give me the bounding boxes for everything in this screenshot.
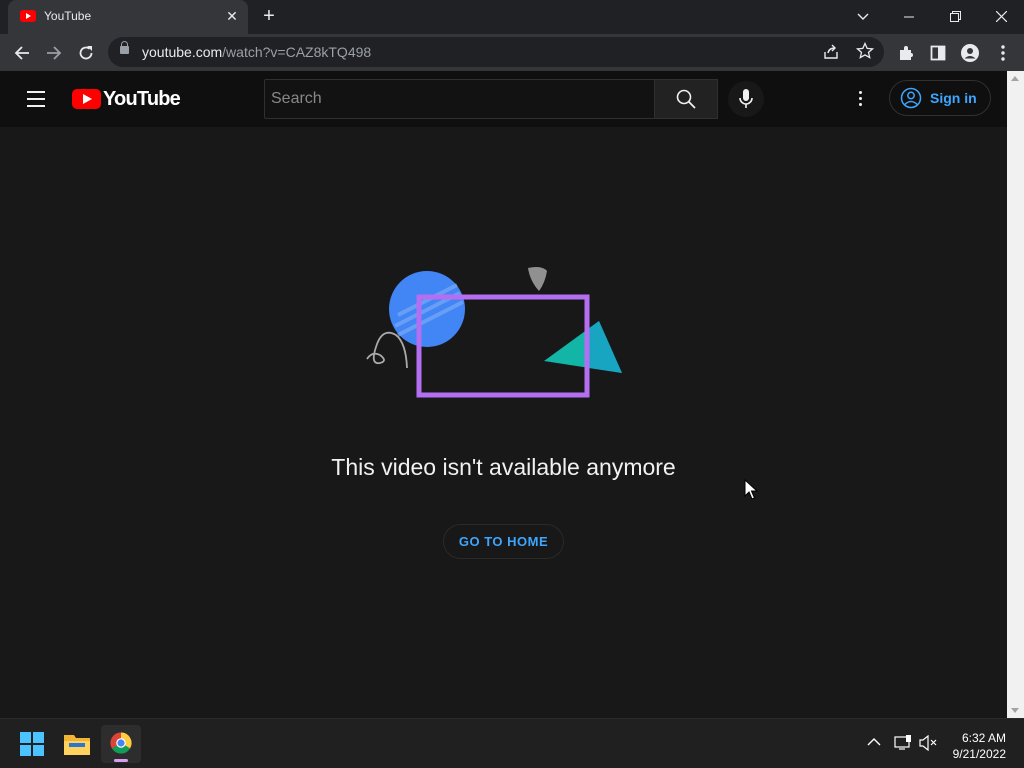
restore-icon bbox=[949, 11, 961, 22]
browser-tab-youtube[interactable]: YouTube ✕ bbox=[8, 0, 248, 34]
tray-overflow-chevron-icon[interactable] bbox=[867, 735, 881, 750]
browser-tab-strip: YouTube ✕ + bbox=[0, 0, 1024, 34]
share-icon[interactable] bbox=[822, 43, 840, 66]
search-input[interactable] bbox=[265, 80, 654, 118]
new-tab-button[interactable]: + bbox=[258, 6, 280, 28]
clock-date: 9/21/2022 bbox=[952, 747, 1006, 761]
guide-menu-button[interactable] bbox=[22, 87, 50, 111]
go-to-home-button[interactable]: GO TO HOME bbox=[443, 524, 564, 559]
page-scrollbar[interactable] bbox=[1007, 71, 1024, 718]
file-explorer-button[interactable] bbox=[57, 725, 97, 763]
minimize-button[interactable] bbox=[886, 0, 932, 34]
illustration-squiggle bbox=[366, 331, 408, 369]
scroll-down-arrow-icon[interactable] bbox=[1011, 708, 1019, 713]
reload-button[interactable] bbox=[72, 39, 100, 67]
puzzle-icon bbox=[900, 46, 913, 60]
extensions-button[interactable] bbox=[892, 39, 920, 67]
settings-menu-button[interactable] bbox=[848, 87, 872, 111]
hamburger-icon-bar bbox=[27, 105, 45, 107]
bookmark-star-icon[interactable] bbox=[855, 41, 875, 65]
hamburger-icon-bar bbox=[27, 91, 45, 93]
close-window-button[interactable] bbox=[978, 0, 1024, 34]
url-host: youtube.com bbox=[142, 44, 223, 60]
chrome-taskbar-button[interactable] bbox=[101, 725, 141, 763]
network-icon[interactable] bbox=[894, 735, 912, 754]
active-app-indicator bbox=[114, 759, 128, 762]
kebab-dot bbox=[859, 103, 862, 106]
sign-in-button[interactable]: Sign in bbox=[889, 80, 991, 116]
url-text: youtube.com/watch?v=CAZ8kTQ498 bbox=[142, 44, 371, 60]
youtube-play-icon bbox=[72, 89, 101, 109]
start-button[interactable] bbox=[12, 725, 52, 763]
windows-taskbar: 6:32 AM 9/21/2022 bbox=[0, 718, 1024, 768]
search-icon bbox=[676, 89, 696, 109]
folder-icon bbox=[64, 735, 90, 755]
browser-toolbar: youtube.com/watch?v=CAZ8kTQ498 bbox=[0, 34, 1024, 71]
windows-logo-icon bbox=[20, 732, 44, 756]
youtube-logo-text: YouTube bbox=[103, 88, 181, 110]
kebab-menu-icon bbox=[1001, 45, 1005, 61]
minimize-icon bbox=[904, 16, 914, 18]
profile-icon bbox=[961, 44, 979, 62]
account-circle-icon bbox=[900, 87, 922, 109]
kebab-dot bbox=[859, 91, 862, 94]
chevron-down-icon bbox=[857, 13, 869, 20]
close-icon bbox=[995, 10, 1007, 23]
tab-title: YouTube bbox=[44, 9, 92, 23]
side-panel-button[interactable] bbox=[924, 39, 952, 67]
voice-search-button[interactable] bbox=[728, 81, 764, 117]
chrome-icon bbox=[110, 732, 132, 754]
url-path: /watch?v=CAZ8kTQ498 bbox=[222, 44, 372, 60]
back-button[interactable] bbox=[8, 39, 36, 67]
reload-icon bbox=[79, 46, 93, 60]
tab-close-button[interactable]: ✕ bbox=[222, 6, 242, 26]
search-button[interactable] bbox=[655, 79, 718, 119]
clock-time: 6:32 AM bbox=[961, 731, 1006, 745]
forward-button[interactable] bbox=[40, 39, 68, 67]
illustration-gray-leaf bbox=[528, 267, 547, 291]
youtube-favicon-icon bbox=[20, 10, 36, 22]
taskbar-clock[interactable]: 6:32 AM 9/21/2022 bbox=[953, 730, 1006, 762]
video-unavailable-illustration bbox=[366, 267, 622, 398]
browser-menu-button[interactable] bbox=[989, 39, 1017, 67]
scroll-up-arrow-icon[interactable] bbox=[1011, 76, 1019, 81]
hamburger-icon-bar bbox=[27, 98, 45, 100]
unavailable-message: This video isn't available anymore bbox=[331, 454, 676, 480]
arrow-left-icon bbox=[14, 46, 29, 60]
tab-search-dropdown-button[interactable] bbox=[840, 0, 886, 34]
kebab-dot bbox=[859, 97, 862, 100]
restore-button[interactable] bbox=[932, 0, 978, 34]
lock-icon bbox=[120, 41, 129, 54]
volume-muted-icon[interactable] bbox=[919, 734, 937, 754]
main-content bbox=[0, 127, 1007, 717]
mouse-cursor-icon bbox=[744, 479, 758, 500]
search-box[interactable] bbox=[264, 79, 655, 119]
address-bar[interactable]: youtube.com/watch?v=CAZ8kTQ498 bbox=[108, 37, 884, 67]
illustration-triangle-shade bbox=[585, 321, 622, 373]
profile-button[interactable] bbox=[956, 39, 984, 67]
microphone-icon bbox=[739, 89, 753, 108]
sign-in-label: Sign in bbox=[930, 90, 977, 106]
side-panel-icon bbox=[930, 45, 946, 61]
youtube-header: YouTube Sign in bbox=[0, 71, 1007, 127]
arrow-right-icon bbox=[47, 46, 62, 60]
